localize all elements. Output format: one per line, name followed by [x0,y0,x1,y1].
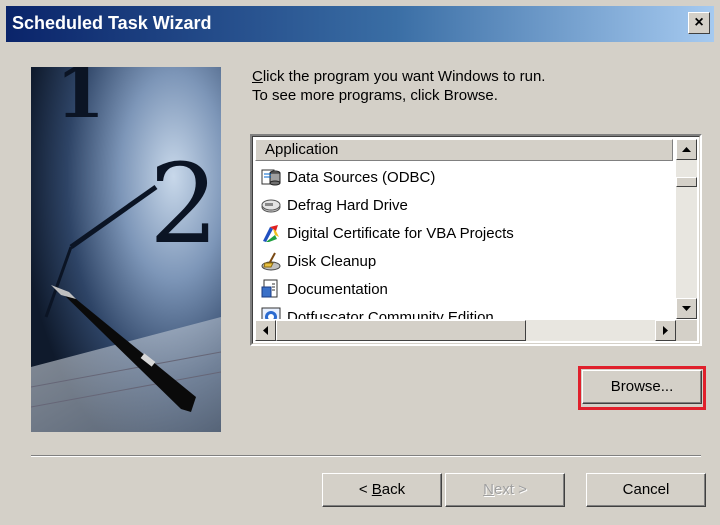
arrow-down-icon [682,306,691,311]
vertical-scrollbar[interactable] [676,139,697,319]
scroll-right-button[interactable] [655,320,676,341]
scroll-down-button[interactable] [676,298,697,319]
horizontal-scrollbar[interactable] [255,320,676,341]
back-accelerator: B [371,481,382,498]
svg-text:1: 1 [56,67,105,134]
instruction-accelerator: C [252,68,263,85]
svg-text:2: 2 [149,140,219,268]
arrow-left-icon [263,326,268,335]
data-sources-icon [261,167,281,187]
list-item[interactable]: Disk Cleanup [255,247,673,275]
next-button[interactable]: Next > [445,473,565,507]
arrow-right-icon [663,326,668,335]
scheduled-task-wizard-window: Scheduled Task Wizard × 1 2 Click the pr… [0,0,720,525]
scroll-corner [676,320,697,341]
instruction-line-1-text: lick the program you want Windows to run… [262,68,546,85]
instruction-line-1: Click the program you want Windows to ru… [252,67,545,86]
next-label-rest: ext > [493,481,527,498]
close-button[interactable]: × [688,12,710,34]
scroll-up-button[interactable] [676,139,697,160]
instruction-line-2: To see more programs, click Browse. [252,87,498,104]
dotfuscator-icon [261,307,281,319]
back-button[interactable]: < Back [322,473,442,507]
disk-cleanup-icon [261,251,281,271]
arrow-up-icon [682,147,691,152]
list-item[interactable]: Defrag Hard Drive [255,191,673,219]
list-item-label: Dotfuscator Community Edition [287,308,494,320]
list-item[interactable]: Dotfuscator Community Edition [255,303,673,319]
certificate-icon [261,223,281,243]
listbox-frame: Application Data Sources (ODBC) Defrag H… [252,136,700,344]
horizontal-scroll-thumb[interactable] [276,320,526,341]
wizard-clock-pen-image: 1 2 [31,67,221,432]
list-item[interactable]: Documentation [255,275,673,303]
scroll-left-button[interactable] [255,320,276,341]
cancel-button-label: Cancel [622,481,670,498]
list-item[interactable]: Digital Certificate for VBA Projects [255,219,673,247]
instructions: Click the program you want Windows to ru… [252,67,545,105]
title-bar: Scheduled Task Wizard × [6,6,714,42]
column-header-application[interactable]: Application [255,139,673,161]
list-item-label: Digital Certificate for VBA Projects [287,224,514,242]
defrag-icon [261,195,281,215]
list-item-label: Disk Cleanup [287,252,377,270]
vertical-scroll-thumb[interactable] [676,177,697,187]
close-icon: × [694,14,704,31]
list-item-label: Defrag Hard Drive [287,196,408,214]
browse-highlight-box [578,366,706,410]
back-label-rest: ack [381,481,406,498]
list-item-label: Data Sources (ODBC) [287,168,436,186]
application-list: Data Sources (ODBC) Defrag Hard Drive Di… [255,163,673,319]
back-prefix: < [358,481,372,498]
application-listbox[interactable]: Application Data Sources (ODBC) Defrag H… [250,134,702,346]
list-item-label: Documentation [287,280,388,298]
documentation-icon [261,279,281,299]
window-title: Scheduled Task Wizard [12,13,212,33]
separator [31,455,701,457]
next-accelerator: N [483,481,494,498]
list-item[interactable]: Data Sources (ODBC) [255,163,673,191]
cancel-button[interactable]: Cancel [586,473,706,507]
